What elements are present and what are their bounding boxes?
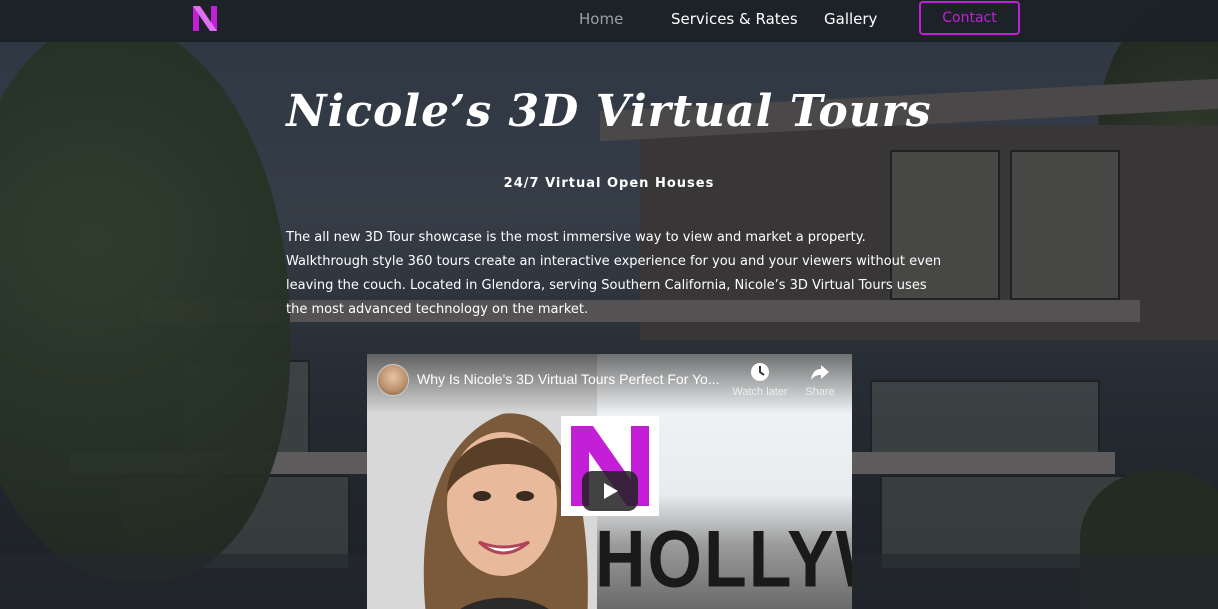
- nav-link-services-rates[interactable]: Services & Rates: [671, 10, 798, 28]
- page-subtitle: 24/7 Virtual Open Houses: [503, 176, 715, 191]
- intro-paragraph: The all new 3D Tour showcase is the most…: [286, 230, 942, 317]
- contact-button[interactable]: Contact: [919, 1, 1020, 35]
- watch-later-label: Watch later: [732, 386, 788, 398]
- play-button[interactable]: [582, 471, 638, 511]
- brand-logo-icon[interactable]: [193, 6, 217, 31]
- clock-icon: [751, 363, 769, 381]
- channel-avatar[interactable]: [377, 364, 409, 396]
- play-icon: [604, 483, 618, 499]
- share-button[interactable]: Share: [790, 362, 850, 398]
- page-title: Nicole’s 3D Virtual Tours: [286, 86, 932, 137]
- nav-link-gallery[interactable]: Gallery: [824, 10, 877, 28]
- share-icon: [811, 365, 829, 380]
- watch-later-button[interactable]: Watch later: [730, 362, 790, 398]
- share-label: Share: [805, 386, 835, 398]
- top-navbar: Home Services & Rates Gallery Contact: [0, 0, 1218, 42]
- video-title[interactable]: Why Is Nicole's 3D Virtual Tours Perfect…: [417, 371, 727, 387]
- video-background-sign: HOLLYWO: [595, 514, 852, 604]
- nav-link-home[interactable]: Home: [579, 10, 623, 28]
- embedded-video-player[interactable]: HOLLYWO Why Is Nicole's 3D Virtual Tours…: [367, 354, 852, 609]
